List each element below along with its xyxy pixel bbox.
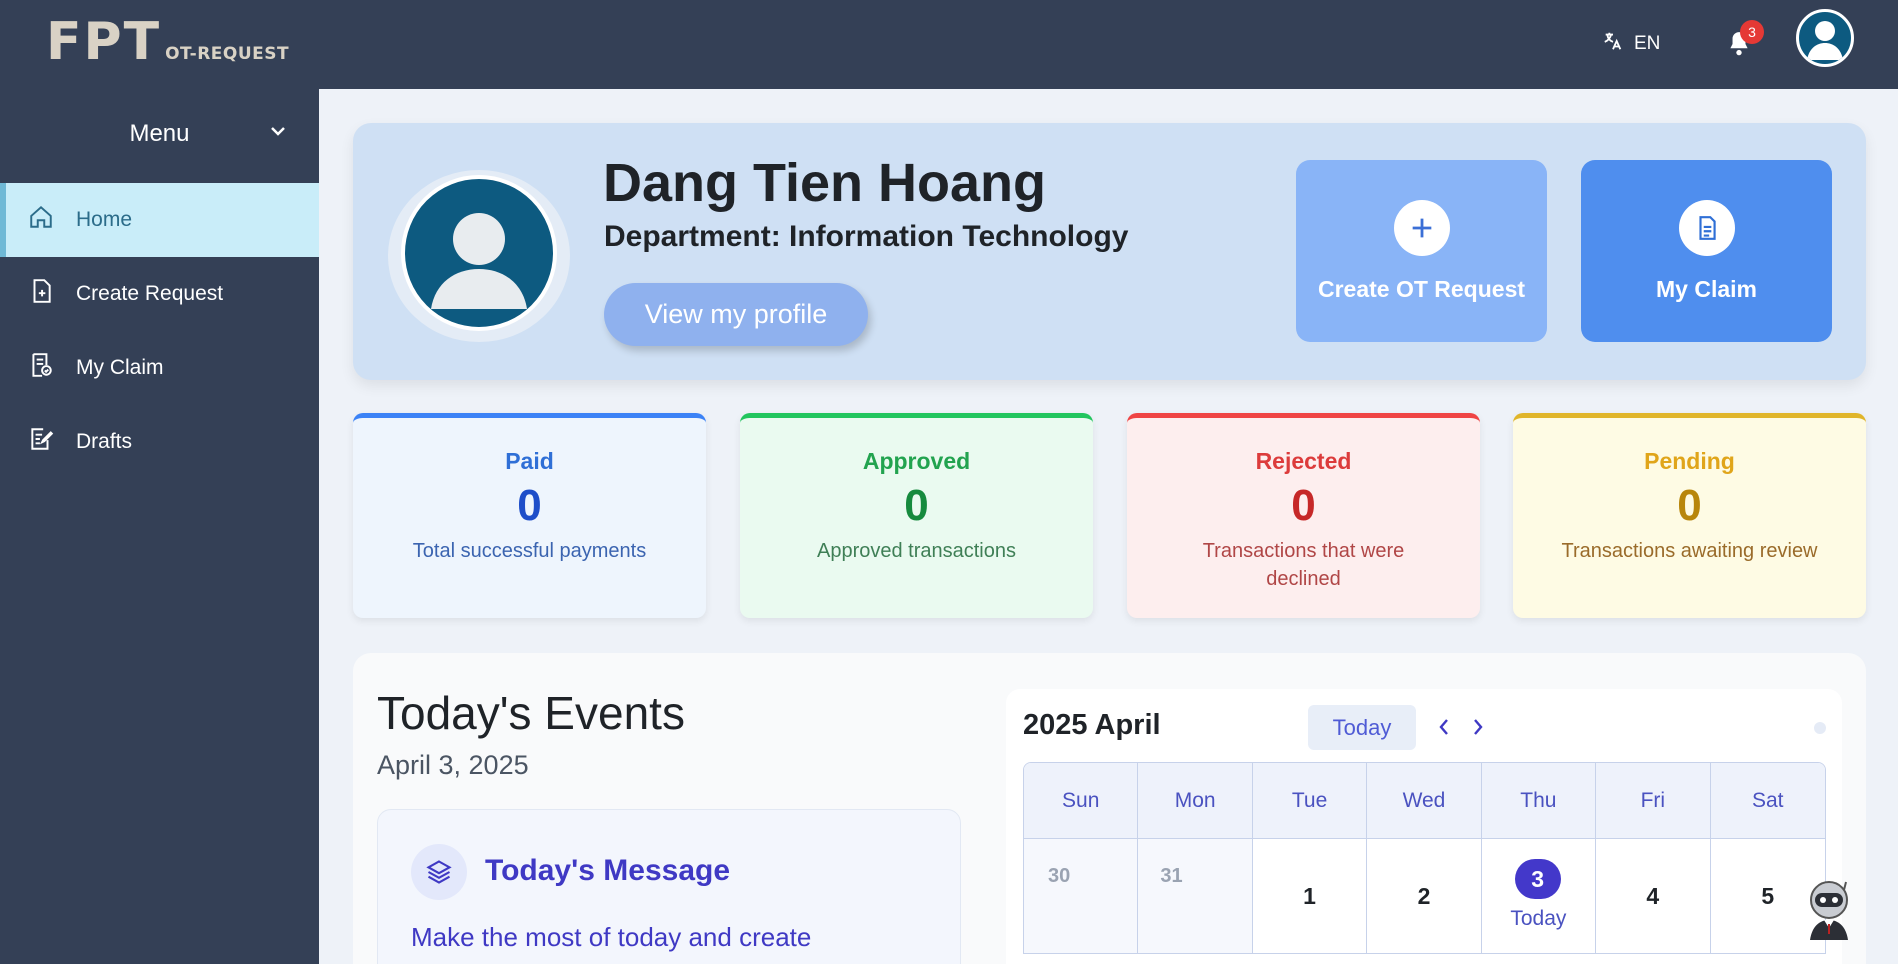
calendar-dot (1814, 722, 1826, 734)
logo[interactable]: FPT OT-REQUEST (46, 12, 290, 72)
chevron-down-icon[interactable] (268, 121, 288, 141)
stat-value: 0 (517, 481, 542, 530)
calendar-day[interactable]: 1 (1252, 838, 1368, 953)
today-label: Today (1510, 907, 1567, 930)
file-plus-icon (28, 278, 54, 310)
day-number: 2 (1417, 883, 1431, 909)
weekday-label: Wed (1367, 763, 1482, 838)
stat-card-pending: Pending 0 Transactions awaiting review (1513, 413, 1866, 618)
my-claim-label: My Claim (1656, 275, 1757, 302)
chatbot-robot-icon[interactable] (1800, 878, 1858, 942)
translate-icon (1602, 30, 1624, 58)
weekday-label: Fri (1596, 763, 1711, 838)
stat-description: Transactions awaiting review (1561, 540, 1818, 562)
create-ot-request-label: Create OT Request (1317, 275, 1526, 302)
document-icon (1678, 199, 1735, 256)
weekday-label: Mon (1138, 763, 1253, 838)
events-title: Today's Events (377, 687, 685, 739)
stat-description: Total successful payments (412, 540, 647, 562)
stat-value: 0 (1291, 481, 1316, 530)
claim-icon (28, 352, 54, 384)
weekday-label: Tue (1252, 763, 1368, 838)
stat-title: Pending (1644, 448, 1735, 474)
home-icon (28, 204, 54, 236)
sidebar-item-drafts[interactable]: Drafts (0, 405, 319, 479)
calendar-day-today[interactable]: 3 Today (1481, 838, 1597, 953)
sidebar-item-label: My Claim (76, 356, 164, 379)
menu-label: Menu (129, 120, 190, 147)
sidebar-item-home[interactable]: Home (0, 183, 319, 257)
logo-sub: OT-REQUEST (165, 44, 290, 64)
drafts-icon (28, 426, 54, 458)
stat-title: Rejected (1255, 448, 1352, 474)
stat-card-approved: Approved 0 Approved transactions (740, 413, 1093, 618)
stat-value: 0 (1677, 481, 1702, 530)
my-claim-button[interactable]: My Claim (1581, 160, 1832, 342)
stat-description: Transactions that were declined (1202, 540, 1405, 590)
calendar-title: 2025 April (1023, 709, 1161, 741)
sidebar-item-label: Create Request (76, 282, 224, 305)
events-date: April 3, 2025 (377, 750, 529, 780)
language-label: EN (1634, 33, 1661, 54)
stat-title: Approved (862, 448, 971, 474)
calendar-week-row: 30 31 1 2 3 Today 4 5 (1024, 838, 1825, 953)
chevron-right-icon[interactable] (1470, 716, 1486, 738)
create-ot-request-button[interactable]: Create OT Request (1296, 160, 1547, 342)
sidebar-item-create-request[interactable]: Create Request (0, 257, 319, 331)
view-profile-button[interactable]: View my profile (604, 283, 868, 346)
weekday-label: Thu (1481, 763, 1597, 838)
user-avatar[interactable] (1796, 9, 1854, 67)
stat-card-paid: Paid 0 Total successful payments (353, 413, 706, 618)
day-number: 31 (1160, 865, 1183, 887)
sidebar: Menu Home Create Request My Claim Drafts (0, 89, 319, 964)
calendar-today-button[interactable]: Today (1308, 705, 1416, 750)
stat-value: 0 (904, 481, 929, 530)
stat-description: Approved transactions (816, 540, 1016, 562)
message-title: Today's Message (485, 854, 731, 887)
sidebar-item-label: Drafts (76, 430, 133, 453)
profile-name: Dang Tien Hoang (603, 153, 1047, 213)
chevron-left-icon[interactable] (1436, 716, 1452, 738)
message-text: Make the most of today and create (411, 922, 812, 952)
day-number: 30 (1048, 865, 1071, 887)
calendar-day[interactable]: 2 (1367, 838, 1482, 953)
calendar-day[interactable]: 30 (1024, 838, 1139, 953)
sidebar-item-label: Home (76, 208, 133, 231)
today-marker: 3 (1514, 859, 1561, 899)
day-number: 4 (1646, 883, 1660, 909)
calendar-day[interactable]: 31 (1138, 838, 1253, 953)
weekday-label: Sat (1710, 763, 1825, 838)
logo-main: FPT (46, 12, 162, 72)
stat-title: Paid (505, 448, 554, 474)
profile-avatar (401, 175, 557, 331)
layers-icon (411, 844, 467, 900)
stat-card-rejected: Rejected 0 Transactions that were declin… (1127, 413, 1480, 618)
plus-icon (1393, 199, 1450, 256)
profile-department: Department: Information Technology (604, 220, 1129, 253)
day-number: 1 (1303, 883, 1316, 909)
notification-badge: 3 (1740, 20, 1764, 44)
calendar-header-row: Sun Mon Tue Wed Thu Fri Sat (1024, 763, 1825, 838)
top-bar: FPT OT-REQUEST EN (0, 0, 1898, 89)
language-switcher[interactable]: EN (1602, 30, 1660, 58)
calendar-grid: Sun Mon Tue Wed Thu Fri Sat 30 31 1 2 3 … (1023, 762, 1826, 954)
calendar-day[interactable]: 4 (1596, 838, 1711, 953)
sidebar-item-my-claim[interactable]: My Claim (0, 331, 319, 405)
weekday-label: Sun (1024, 763, 1139, 838)
